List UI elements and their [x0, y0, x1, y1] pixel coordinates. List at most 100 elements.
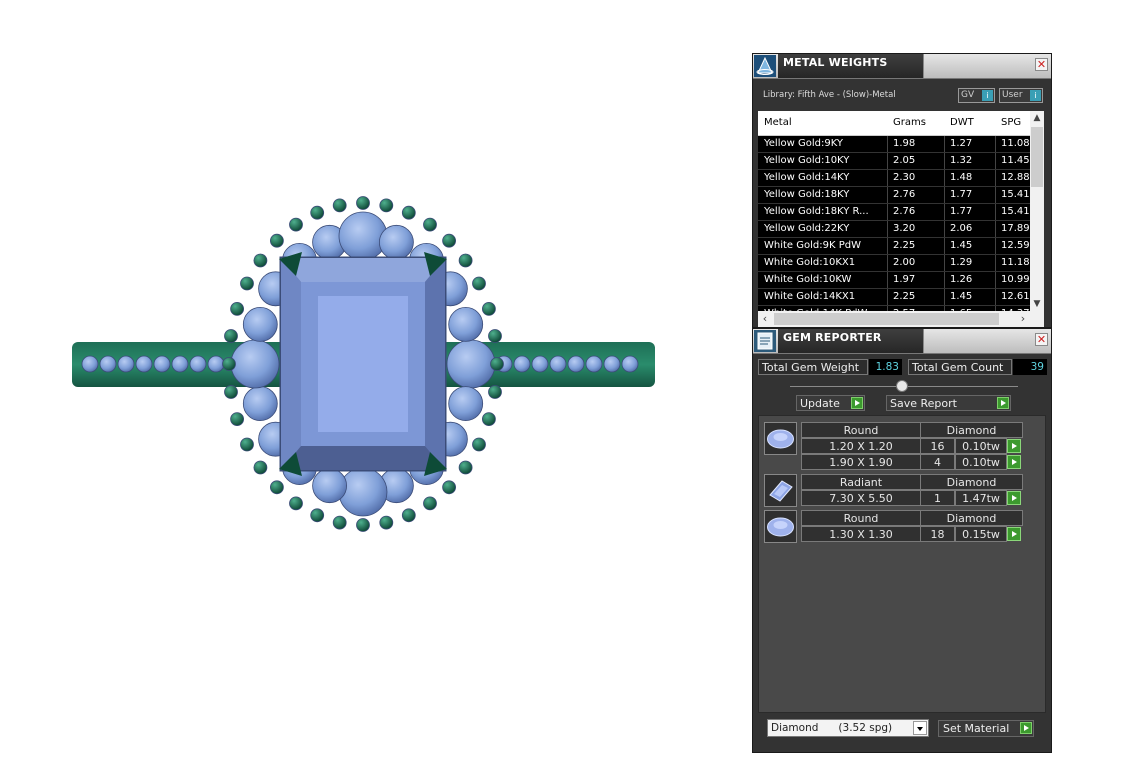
table-row[interactable]: Yellow Gold:10KY 2.05 1.32 11.45 [758, 153, 1030, 170]
table-row[interactable]: Yellow Gold:18KY 2.76 1.77 15.41 [758, 187, 1030, 204]
gem-count: 18 [920, 526, 955, 542]
metal-bead [224, 329, 238, 343]
close-icon[interactable]: ✕ [1035, 333, 1048, 346]
table-cell: Yellow Gold:18KY [764, 189, 850, 200]
total-gem-weight-value: 1.83 [869, 359, 902, 375]
halo-stone [230, 339, 280, 389]
table-row[interactable]: Yellow Gold:22KY 3.20 2.06 17.89 [758, 221, 1030, 238]
user-toggle[interactable]: User i [999, 88, 1043, 103]
table-row[interactable]: Yellow Gold:14KY 2.30 1.48 12.88 [758, 170, 1030, 187]
table-row[interactable]: White Gold:9K PdW 2.25 1.45 12.59 [758, 238, 1030, 255]
halo-stone [338, 211, 388, 261]
chevron-up-icon[interactable]: ▲ [1030, 111, 1044, 125]
table-cell: 1.77 [950, 189, 973, 200]
slider-handle[interactable] [896, 380, 908, 392]
close-icon[interactable]: ✕ [1035, 58, 1048, 71]
scroll-thumb[interactable] [774, 313, 999, 325]
table-cell: 1.48 [950, 172, 973, 183]
metal-bead [310, 205, 325, 220]
total-gem-count-value: 39 [1013, 359, 1047, 375]
halo-stone [338, 467, 388, 517]
material-select[interactable]: Diamond (3.52 spg) [767, 719, 929, 737]
metal-bead [481, 301, 496, 316]
gem-weight: 1.47tw [955, 490, 1007, 506]
table-cell: White Gold:14KX1 [764, 291, 856, 302]
metal-bead [240, 276, 254, 291]
table-cell: 1.26 [950, 274, 973, 285]
metal-weights-panel: METAL WEIGHTS ✕ Library: Fifth Ave - (Sl… [752, 53, 1052, 328]
save-report-button[interactable]: Save Report [886, 395, 1011, 411]
metal-bead [356, 518, 370, 532]
table-cell: 1.45 [950, 291, 973, 302]
select-gems-button[interactable] [1007, 455, 1021, 469]
chevron-left-icon[interactable]: ‹ [758, 311, 772, 327]
panel-title: GEM REPORTER [783, 331, 882, 344]
table-cell: 15.41 [1001, 206, 1030, 217]
select-gems-button[interactable] [1007, 439, 1021, 453]
set-material-button[interactable]: Set Material [938, 720, 1034, 737]
shank-stone [567, 355, 585, 373]
vertical-scrollbar[interactable]: ▲ ▼ [1030, 111, 1044, 311]
metal-bead [401, 205, 416, 220]
table-row[interactable]: Yellow Gold:9KY 1.98 1.27 11.08 [758, 136, 1030, 153]
shank-stone [621, 355, 639, 373]
table-row[interactable]: White Gold:10KW 1.97 1.26 10.99 [758, 272, 1030, 289]
table-cell: 1.97 [893, 274, 916, 285]
table-cell: 2.76 [893, 206, 916, 217]
gem-size: 1.90 X 1.90 [801, 454, 921, 470]
table-cell: White Gold:9K PdW [764, 240, 861, 251]
metal-bead [224, 385, 238, 399]
shank-stone [81, 355, 99, 373]
table-cell: 10.99 [1001, 274, 1030, 285]
chevron-down-icon[interactable]: ▼ [1030, 297, 1044, 311]
table-row[interactable]: White Gold:14KX1 2.25 1.45 12.61 [758, 289, 1030, 306]
column-header[interactable]: Grams [893, 117, 926, 128]
table-cell: 11.45 [1001, 155, 1030, 166]
table-cell: Yellow Gold:22KY [764, 223, 850, 234]
chevron-down-icon[interactable] [913, 721, 927, 735]
metal-weights-titlebar[interactable]: METAL WEIGHTS ✕ [753, 54, 1051, 79]
table-cell: 17.89 [1001, 223, 1030, 234]
gem-reporter-titlebar[interactable]: GEM REPORTER ✕ [753, 329, 1051, 354]
metal-bead [269, 480, 284, 495]
chevron-right-icon[interactable]: › [1016, 311, 1030, 327]
select-gems-button[interactable] [1007, 491, 1021, 505]
gem-size: 1.30 X 1.30 [801, 526, 921, 542]
select-gems-button[interactable] [1007, 527, 1021, 541]
table-row[interactable]: White Gold:10KX1 2.00 1.29 11.18 [758, 255, 1030, 272]
table-row[interactable]: Yellow Gold:18KY R... 2.76 1.77 15.41 [758, 204, 1030, 221]
gem-shape-header: Round [801, 422, 921, 438]
metal-table: Metal Grams DWT SPG Yellow Gold:9KY 1.98 1… [758, 111, 1044, 327]
play-arrow-icon [851, 397, 863, 409]
metal-bead [379, 515, 394, 530]
update-button[interactable]: Update [796, 395, 865, 411]
table-cell: 2.25 [893, 291, 916, 302]
report-icon [754, 330, 776, 352]
table-cell: 2.05 [893, 155, 916, 166]
metal-bead [240, 437, 254, 452]
halo-stone [446, 339, 496, 389]
table-cell: 2.25 [893, 240, 916, 251]
metal-bead [269, 233, 284, 248]
scroll-thumb[interactable] [1031, 127, 1043, 187]
shank-stone [531, 355, 549, 373]
metal-bead [230, 412, 245, 427]
gem-count: 4 [920, 454, 955, 470]
metal-bead [289, 496, 303, 511]
gem-size: 1.20 X 1.20 [801, 438, 921, 454]
gem-count: 16 [920, 438, 955, 454]
column-header[interactable]: Metal [764, 117, 792, 128]
gem-reporter-panel: GEM REPORTER ✕ Total Gem Weight 1.83 Tot… [752, 328, 1052, 753]
table-cell: 1.98 [893, 138, 916, 149]
3d-viewport[interactable] [0, 0, 740, 762]
info-icon: i [1030, 90, 1041, 101]
column-header[interactable]: DWT [950, 117, 974, 128]
column-header[interactable]: SPG [1001, 117, 1021, 128]
library-label: Library: Fifth Ave - (Slow)-Metal [763, 90, 896, 100]
gv-toggle[interactable]: GV i [958, 88, 995, 103]
metal-bead [442, 480, 457, 495]
table-cell: White Gold:10KW [764, 274, 852, 285]
horizontal-scrollbar[interactable]: ‹ › [758, 311, 1044, 327]
table-cell: 1.32 [950, 155, 973, 166]
table-cell: 12.88 [1001, 172, 1030, 183]
